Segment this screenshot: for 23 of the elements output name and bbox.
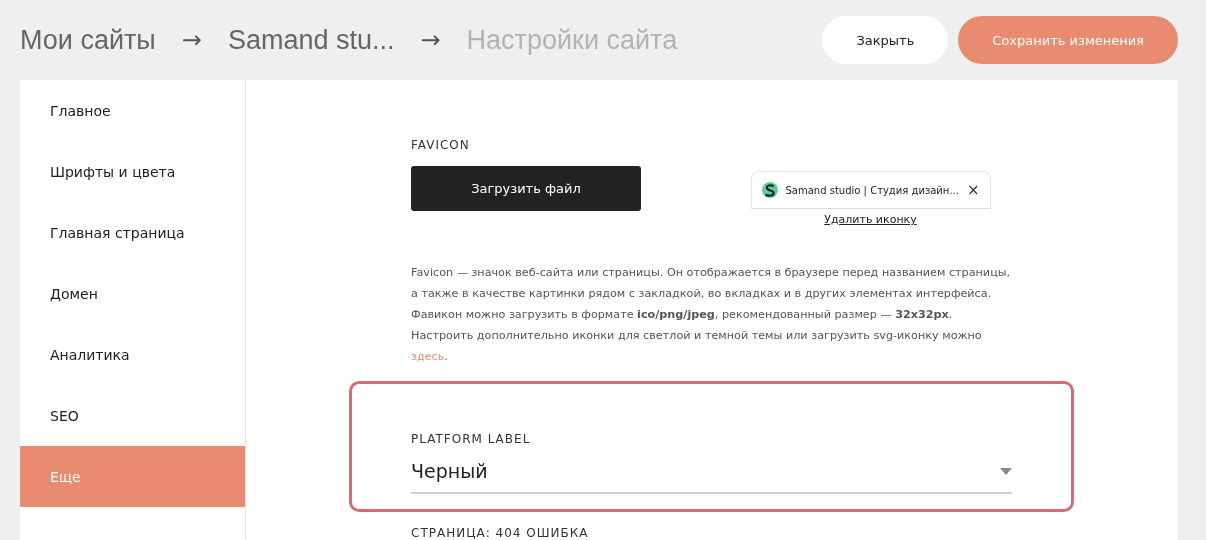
logo-icon [761, 179, 778, 201]
breadcrumb-item: Настройки сайта [466, 24, 678, 56]
close-icon[interactable]: × [966, 181, 980, 199]
sidebar-item[interactable]: Аналитика [20, 324, 245, 385]
section-title: FAVICON [411, 138, 471, 152]
field-label: PLATFORM LABEL [411, 432, 532, 446]
arrow-separator: → [181, 26, 202, 54]
sidebar-item[interactable]: Главная страница [20, 202, 245, 263]
breadcrumb-item[interactable]: Мои сайты [20, 24, 156, 56]
platform-label-select[interactable]: Черный [411, 460, 1012, 494]
sidebar-item[interactable]: Главное [20, 80, 245, 141]
sidebar-item[interactable]: SEO [20, 385, 245, 446]
delete-icon-link[interactable]: Удалить иконку [824, 213, 917, 226]
close-button[interactable]: Закрыть [822, 16, 949, 64]
section-title: СТРАНИЦА: 404 ОШИБКА [411, 526, 590, 540]
sidebar-item[interactable]: Шрифты и цвета [20, 141, 245, 202]
favicon-description: Favicon — значок веб-сайта или страницы. Он отображается в браузере перед названием страницы, а также в качестве картинки рядом с закладкой, во вкладках и в других элементах интерфейса. Фавикон можно загрузить в формате ico/png/jpeg, рекомендованный размер — 32x32px. Настроить дополнительно иконки для светлой и темной темы или загрузить svg-иконку можно здесь. [411, 265, 1012, 365]
sidebar-item[interactable]: Домен [20, 263, 245, 324]
breadcrumb-item[interactable]: Samand stu... [227, 24, 395, 56]
tab-title: Samand studio | Студия дизайн... [785, 184, 959, 196]
arrow-separator: → [420, 26, 441, 54]
upload-button[interactable]: Загрузить файл [411, 166, 641, 211]
caret-icon [1000, 467, 1012, 475]
